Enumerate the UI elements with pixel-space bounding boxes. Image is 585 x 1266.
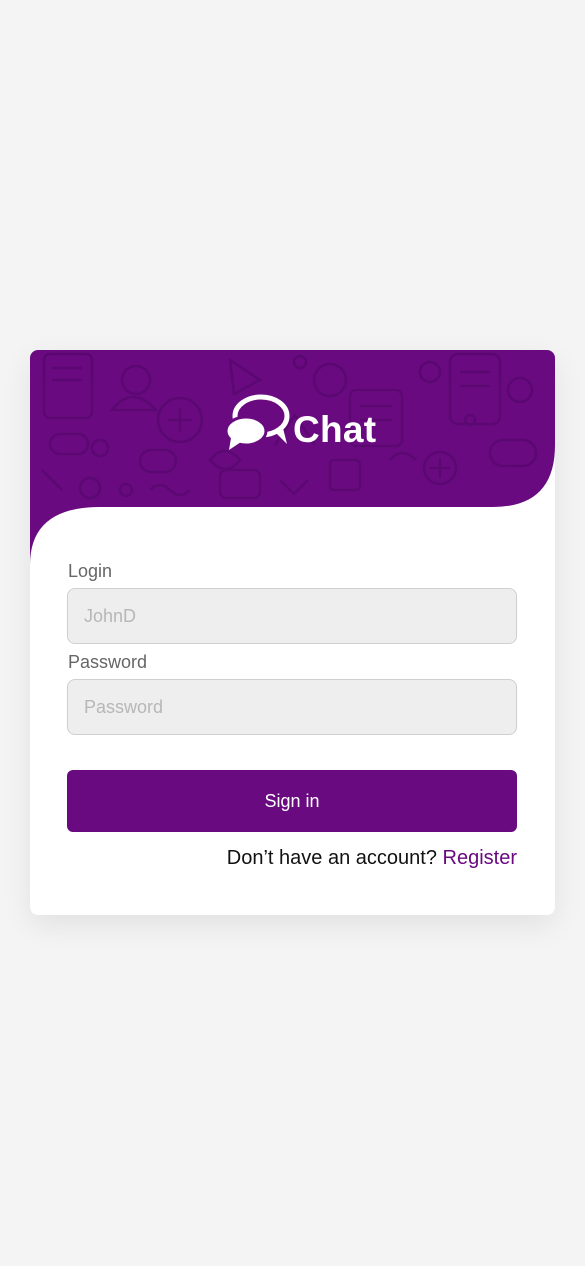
password-label: Password [68, 652, 148, 672]
login-input[interactable] [67, 588, 517, 644]
sign-in-button[interactable]: Sign in [67, 770, 517, 832]
app-name: Chat [293, 409, 377, 450]
chat-bubbles-icon [225, 394, 290, 450]
register-link[interactable]: Register [443, 847, 517, 869]
register-prompt-text: Don’t have an account? [226, 847, 437, 869]
header-banner [30, 350, 555, 565]
login-card: Chat Login Password Sign in Don’t have a… [30, 350, 555, 915]
password-input[interactable] [67, 679, 517, 735]
register-prompt: Don’t have an account? Register [227, 847, 517, 870]
login-label: Login [68, 561, 113, 581]
app-logo: Chat [225, 394, 376, 452]
